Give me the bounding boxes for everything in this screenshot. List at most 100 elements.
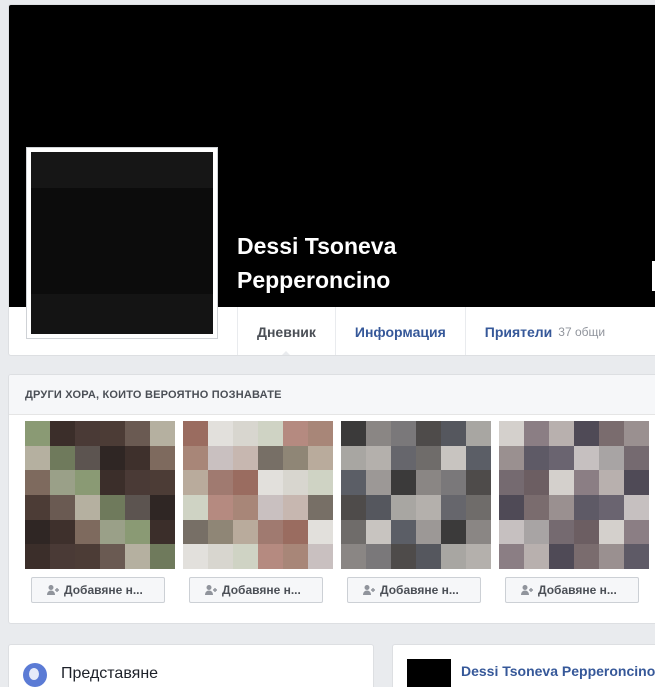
- photo-mosaic-cell: [624, 494, 649, 520]
- photo-mosaic-cell: [391, 544, 416, 569]
- add-friend-label: Добавяне н...: [538, 583, 617, 597]
- photo-mosaic-cell: [366, 470, 391, 495]
- tab-about-label: Информация: [354, 324, 446, 340]
- photo-mosaic-cell: [366, 519, 391, 545]
- photo-mosaic-cell: [50, 519, 75, 545]
- photo-mosaic-cell: [125, 421, 150, 446]
- add-friend-button[interactable]: Добавяне н...: [347, 577, 481, 603]
- post-author-avatar[interactable]: [407, 659, 451, 687]
- photo-mosaic-cell: [150, 445, 175, 471]
- photo-mosaic-cell: [50, 445, 75, 471]
- mutual-friends-count: 37 общи: [558, 325, 606, 339]
- add-friend-icon: [520, 584, 534, 596]
- profile-picture[interactable]: [26, 147, 218, 339]
- photo-mosaic-cell: [524, 519, 549, 545]
- photo-mosaic-cell: [524, 421, 549, 446]
- photo-mosaic-cell: [549, 519, 574, 545]
- photo-mosaic-cell: [624, 470, 649, 495]
- photo-mosaic-cell: [549, 470, 574, 495]
- photo-mosaic-cell: [524, 494, 549, 520]
- add-friend-button[interactable]: Добавяне н...: [189, 577, 323, 603]
- photo-mosaic-cell: [599, 421, 624, 446]
- tab-about[interactable]: Информация: [334, 307, 465, 355]
- photo-mosaic-cell: [391, 445, 416, 471]
- profile-name[interactable]: Dessi Tsoneva Pepperoncino: [237, 229, 396, 297]
- photo-mosaic-cell: [183, 421, 208, 446]
- photo-mosaic-cell: [499, 421, 524, 446]
- photo-mosaic-cell: [75, 494, 100, 520]
- person-photo[interactable]: [183, 421, 333, 569]
- photo-mosaic-cell: [100, 544, 125, 569]
- photo-mosaic-cell: [25, 421, 50, 446]
- profile-name-line2: Pepperoncino: [237, 267, 391, 293]
- photo-mosaic-cell: [258, 519, 283, 545]
- add-friend-button[interactable]: Добавяне н...: [505, 577, 639, 603]
- photo-mosaic-cell: [624, 445, 649, 471]
- photo-mosaic-cell: [341, 544, 366, 569]
- add-friend-label: Добавяне н...: [64, 583, 143, 597]
- photo-mosaic-cell: [125, 519, 150, 545]
- photo-mosaic-cell: [125, 544, 150, 569]
- photo-mosaic-cell: [366, 421, 391, 446]
- photo-mosaic-cell: [549, 421, 574, 446]
- photo-mosaic-cell: [208, 445, 233, 471]
- photo-mosaic-cell: [341, 519, 366, 545]
- add-friend-button[interactable]: Добавяне н...: [31, 577, 165, 603]
- photo-mosaic-cell: [441, 544, 466, 569]
- photo-mosaic-cell: [233, 445, 258, 471]
- photo-mosaic-cell: [75, 519, 100, 545]
- person-photo[interactable]: [499, 421, 649, 569]
- photo-mosaic-cell: [125, 494, 150, 520]
- add-friend-icon: [204, 584, 218, 596]
- photo-mosaic-cell: [599, 494, 624, 520]
- photo-mosaic-cell: [258, 494, 283, 520]
- photo-mosaic-cell: [599, 470, 624, 495]
- person-photo[interactable]: [341, 421, 491, 569]
- photo-mosaic-cell: [183, 470, 208, 495]
- photo-mosaic-cell: [391, 470, 416, 495]
- photo-mosaic-cell: [524, 470, 549, 495]
- photo-mosaic-cell: [283, 470, 308, 495]
- photo-mosaic-cell: [233, 544, 258, 569]
- photo-mosaic-cell: [100, 445, 125, 471]
- photo-mosaic-cell: [341, 421, 366, 446]
- pymk-person: Добавяне н...: [499, 421, 649, 603]
- intro-card: Представяне: [8, 644, 374, 687]
- photo-mosaic-cell: [50, 470, 75, 495]
- photo-mosaic-cell: [574, 470, 599, 495]
- photo-mosaic-cell: [100, 470, 125, 495]
- post-author-name[interactable]: Dessi Tsoneva Pepperoncino: [461, 663, 655, 679]
- photo-mosaic-cell: [308, 544, 333, 569]
- photo-mosaic-cell: [574, 445, 599, 471]
- photo-mosaic-cell: [366, 445, 391, 471]
- person-photo[interactable]: [25, 421, 175, 569]
- photo-mosaic-cell: [308, 445, 333, 471]
- tab-friends[interactable]: Приятели 37 общи: [464, 307, 624, 355]
- photo-mosaic-cell: [25, 470, 50, 495]
- pymk-person: Добавяне н...: [341, 421, 491, 603]
- photo-mosaic-cell: [125, 445, 150, 471]
- photo-mosaic-cell: [624, 544, 649, 569]
- photo-mosaic-cell: [75, 470, 100, 495]
- photo-mosaic-cell: [283, 519, 308, 545]
- photo-mosaic-cell: [150, 421, 175, 446]
- photo-mosaic-cell: [183, 494, 208, 520]
- photo-mosaic-cell: [524, 544, 549, 569]
- photo-mosaic-cell: [50, 494, 75, 520]
- photo-mosaic-cell: [499, 544, 524, 569]
- photo-mosaic-cell: [75, 421, 100, 446]
- photo-mosaic-cell: [441, 421, 466, 446]
- photo-mosaic-cell: [150, 470, 175, 495]
- photo-mosaic-cell: [574, 519, 599, 545]
- photo-mosaic-cell: [466, 544, 491, 569]
- photo-mosaic-cell: [416, 544, 441, 569]
- tab-friends-label: Приятели: [484, 324, 553, 340]
- photo-mosaic-cell: [258, 421, 283, 446]
- tab-timeline[interactable]: Дневник: [237, 307, 335, 355]
- profile-name-line1: Dessi Tsoneva: [237, 233, 397, 259]
- globe-icon: [23, 663, 47, 687]
- photo-mosaic-cell: [183, 519, 208, 545]
- photo-mosaic-cell: [283, 544, 308, 569]
- photo-mosaic-cell: [416, 494, 441, 520]
- photo-mosaic-cell: [549, 445, 574, 471]
